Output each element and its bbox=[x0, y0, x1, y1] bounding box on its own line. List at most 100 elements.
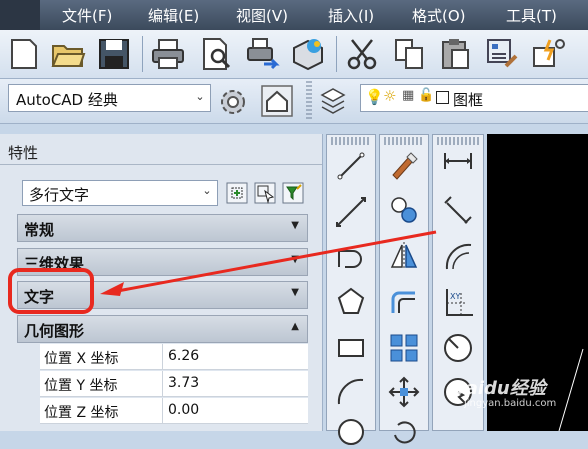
circle-icon[interactable] bbox=[334, 415, 368, 449]
section-label: 三维效果 bbox=[24, 255, 85, 273]
block-editor-icon[interactable] bbox=[530, 36, 566, 72]
viewport-freeze-icon: ▦ bbox=[402, 88, 415, 103]
property-value: 0.00 bbox=[168, 402, 200, 418]
toolbar-grip bbox=[384, 137, 424, 145]
match-properties-icon[interactable] bbox=[484, 36, 520, 72]
column-divider bbox=[162, 344, 163, 370]
new-file-icon[interactable] bbox=[6, 36, 42, 72]
layer-dropdown[interactable]: 💡 ☼ ▦ 🔓 图框 bbox=[360, 84, 588, 112]
copy-object-icon[interactable] bbox=[387, 193, 421, 227]
property-row-position-y[interactable]: 位置 Y 坐标 3.73 bbox=[40, 371, 308, 397]
section-general[interactable]: 常规 ▼ bbox=[17, 214, 308, 242]
save-icon[interactable] bbox=[96, 36, 132, 72]
section-label: 文字 bbox=[24, 288, 55, 306]
aligned-dimension-icon[interactable] bbox=[441, 193, 475, 227]
drawing-lines bbox=[558, 348, 584, 431]
lightbulb-icon: 💡 bbox=[365, 88, 384, 106]
menu-bar: 文件(F) 编辑(E) 视图(V) 插入(I) 格式(O) 工具(T) bbox=[0, 0, 588, 30]
expand-arrow-icon: ▲ bbox=[291, 321, 299, 332]
jogged-dimension-icon[interactable] bbox=[441, 375, 475, 409]
unlock-icon: 🔓 bbox=[418, 88, 435, 103]
chevron-down-icon: ⌄ bbox=[195, 90, 205, 103]
menu-view[interactable]: 视图(V) bbox=[236, 5, 288, 26]
property-key: 位置 X 坐标 bbox=[44, 351, 119, 367]
divider bbox=[0, 164, 322, 165]
property-key: 位置 Y 坐标 bbox=[44, 378, 118, 394]
property-value: 6.26 bbox=[168, 348, 200, 364]
layer-name: 图框 bbox=[453, 91, 484, 109]
property-key: 位置 Z 坐标 bbox=[44, 405, 119, 421]
sun-icon: ☼ bbox=[383, 87, 397, 105]
toolbar-separator bbox=[142, 36, 143, 72]
print-icon[interactable] bbox=[150, 36, 186, 72]
property-row-position-z[interactable]: 位置 Z 坐标 0.00 bbox=[40, 398, 308, 424]
dock-gap bbox=[0, 124, 588, 134]
erase-icon[interactable] bbox=[387, 147, 421, 181]
workspace-dropdown[interactable]: AutoCAD 经典 ⌄ bbox=[8, 84, 211, 112]
menu-edit[interactable]: 编辑(E) bbox=[148, 5, 199, 26]
section-3d-effects[interactable]: 三维效果 ▼ bbox=[17, 248, 308, 276]
quick-select-icon[interactable] bbox=[281, 181, 305, 205]
paste-icon[interactable] bbox=[438, 36, 474, 72]
cut-icon[interactable] bbox=[344, 36, 380, 72]
column-divider bbox=[162, 398, 163, 424]
object-type-value: 多行文字 bbox=[29, 186, 90, 204]
app-menu-corner bbox=[0, 0, 40, 30]
rotate-icon[interactable] bbox=[387, 415, 421, 449]
panel-title: 特性 bbox=[8, 144, 39, 162]
toolbar-separator bbox=[336, 36, 337, 72]
collapse-arrow-icon: ▼ bbox=[291, 287, 299, 298]
print-preview-icon[interactable] bbox=[198, 36, 234, 72]
construction-line-icon[interactable] bbox=[334, 195, 368, 229]
toggle-pickadd-icon[interactable] bbox=[225, 181, 249, 205]
object-type-dropdown[interactable]: 多行文字 ⌄ bbox=[22, 180, 218, 206]
radius-dimension-icon[interactable] bbox=[441, 331, 475, 365]
layer-properties-icon[interactable] bbox=[318, 85, 348, 117]
polyline-icon[interactable] bbox=[334, 239, 368, 273]
menu-format[interactable]: 格式(O) bbox=[412, 5, 466, 26]
section-label: 几何图形 bbox=[24, 322, 85, 340]
move-icon[interactable] bbox=[387, 375, 421, 409]
workspace-toolbar: AutoCAD 经典 ⌄ 💡 ☼ ▦ 🔓 图框 bbox=[0, 79, 588, 124]
section-text[interactable]: 文字 ▼ bbox=[17, 281, 308, 309]
toolbar-grip bbox=[331, 137, 371, 145]
toolbar-grip bbox=[306, 81, 312, 119]
rectangle-icon[interactable] bbox=[334, 331, 368, 365]
property-value: 3.73 bbox=[168, 375, 200, 391]
menu-file[interactable]: 文件(F) bbox=[62, 5, 112, 26]
workspace-settings-gear-icon[interactable] bbox=[216, 85, 250, 119]
mirror-icon[interactable] bbox=[387, 239, 421, 273]
collapse-arrow-icon: ▼ bbox=[291, 254, 299, 265]
line-icon[interactable] bbox=[334, 149, 368, 183]
menu-tools[interactable]: 工具(T) bbox=[506, 5, 557, 26]
property-row-position-x[interactable]: 位置 X 坐标 6.26 bbox=[40, 344, 308, 370]
section-geometry[interactable]: 几何图形 ▲ bbox=[17, 315, 308, 343]
workspace-home-icon[interactable] bbox=[259, 83, 295, 119]
dimension-toolbar: XY bbox=[432, 134, 484, 431]
publish-icon[interactable] bbox=[244, 36, 280, 72]
3d-dwf-icon[interactable] bbox=[290, 36, 326, 72]
polygon-icon[interactable] bbox=[334, 285, 368, 319]
drawing-canvas[interactable] bbox=[487, 134, 588, 431]
linear-dimension-icon[interactable] bbox=[441, 147, 475, 181]
ordinate-dimension-icon[interactable]: XY bbox=[441, 285, 475, 319]
draw-toolbar bbox=[326, 134, 376, 445]
copy-icon[interactable] bbox=[392, 36, 428, 72]
standard-toolbar bbox=[0, 30, 588, 79]
chevron-down-icon: ⌄ bbox=[202, 184, 212, 197]
open-folder-icon[interactable] bbox=[50, 36, 86, 72]
column-divider bbox=[162, 371, 163, 397]
menu-insert[interactable]: 插入(I) bbox=[328, 5, 374, 26]
modify-toolbar bbox=[379, 134, 429, 444]
offset-icon[interactable] bbox=[387, 285, 421, 319]
workspace-value: AutoCAD 经典 bbox=[16, 91, 118, 109]
select-objects-icon[interactable] bbox=[253, 181, 277, 205]
section-label: 常规 bbox=[24, 221, 55, 239]
properties-palette: 特性 多行文字 ⌄ 常规 ▼ 三维效果 ▼ 文字 ▼ 几何图形 ▲ 位置 X 坐… bbox=[0, 134, 323, 431]
svg-text:XY: XY bbox=[450, 292, 460, 301]
arc-length-icon[interactable] bbox=[441, 239, 475, 273]
array-icon[interactable] bbox=[387, 331, 421, 365]
collapse-arrow-icon: ▼ bbox=[291, 220, 299, 231]
toolbar-grip bbox=[437, 137, 479, 145]
arc-icon[interactable] bbox=[334, 375, 368, 409]
